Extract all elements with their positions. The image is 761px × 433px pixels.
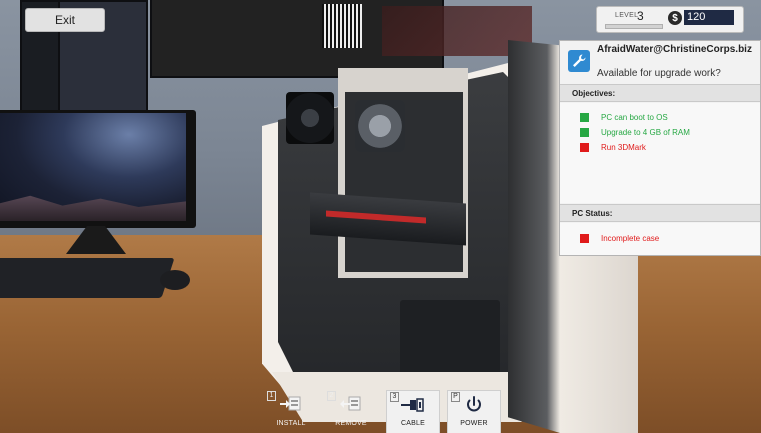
objectives-list: PC can boot to OS Upgrade to 4 GB of RAM…	[560, 103, 760, 203]
tool-install-button[interactable]: 1 INSTALL	[264, 390, 318, 433]
email-subject: Available for upgrade work?	[597, 68, 721, 79]
tool-remove-button[interactable]: 2 REMOVE	[324, 390, 378, 433]
player-stats: LEVEL 3 $ 120	[596, 6, 744, 33]
objective-status-indicator	[580, 142, 589, 152]
pc-status-item: Incomplete case	[580, 232, 659, 244]
objectives-header: Objectives:	[560, 84, 760, 102]
install-icon	[280, 396, 301, 411]
tool-label: POWER	[460, 420, 488, 427]
remove-icon	[340, 396, 361, 411]
pc-status-list: Incomplete case	[560, 223, 760, 255]
tool-label: CABLE	[401, 420, 425, 427]
xp-progress-bar	[605, 24, 663, 29]
power-icon	[467, 396, 481, 412]
email-sender: AfraidWater@ChristineCorps.biz	[597, 44, 752, 55]
barcode-graphic	[322, 4, 362, 48]
pc-status-text: Incomplete case	[601, 233, 660, 243]
tool-cable-button[interactable]: 3 CABLE	[386, 390, 440, 433]
hotkey-label: 2	[327, 391, 336, 401]
objective-item: PC can boot to OS	[580, 111, 668, 123]
hotkey-label: 3	[390, 392, 399, 402]
monitor-wallpaper	[0, 113, 186, 221]
money-icon: $	[668, 11, 682, 25]
wall-poster	[150, 0, 532, 78]
level-label: LEVEL	[615, 12, 639, 19]
objective-text: Upgrade to 4 GB of RAM	[601, 127, 690, 137]
tool-label: INSTALL	[276, 420, 306, 427]
desktop-monitor	[0, 110, 196, 228]
objective-text: PC can boot to OS	[601, 112, 668, 122]
tool-power-button[interactable]: P POWER	[447, 390, 501, 433]
hotkey-label: 1	[267, 391, 276, 401]
job-panel: AfraidWater@ChristineCorps.biz Available…	[559, 40, 761, 256]
case-fan[interactable]	[286, 92, 334, 144]
objective-item: Upgrade to 4 GB of RAM	[580, 126, 690, 138]
mouse	[160, 270, 190, 290]
hotkey-label: P	[451, 392, 460, 402]
objective-status-indicator	[580, 112, 589, 122]
objective-text: Run 3DMark	[601, 142, 646, 152]
wrench-icon	[568, 50, 590, 72]
exit-button[interactable]: Exit	[25, 8, 105, 32]
cpu-cooler[interactable]	[355, 100, 405, 152]
cable-icon	[401, 398, 424, 412]
level-value: 3	[637, 9, 644, 23]
wallpaper-hills	[0, 195, 186, 221]
objective-item: Run 3DMark	[580, 141, 646, 153]
objective-status-indicator	[580, 127, 589, 137]
money-value: 120	[684, 10, 734, 25]
keyboard	[0, 258, 175, 298]
pc-status-header: PC Status:	[560, 204, 760, 222]
tool-label: REMOVE	[335, 420, 367, 427]
pc-status-indicator	[580, 233, 589, 243]
